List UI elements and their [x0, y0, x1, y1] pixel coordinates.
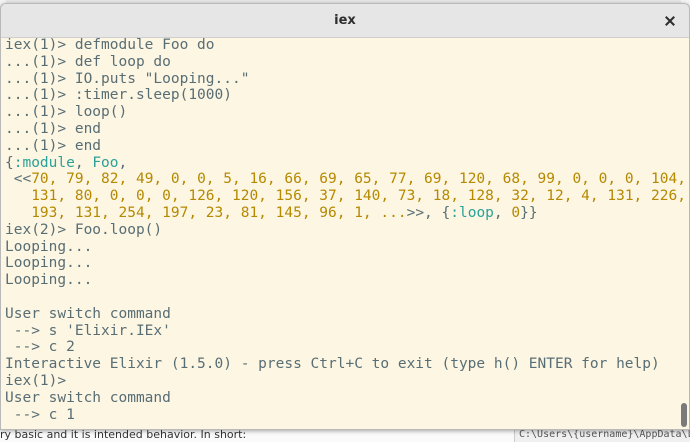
terminal-line: ...(1)> end: [5, 137, 102, 154]
binary-line: 193, 131, 254, 197, 23, 81, 145, 96, 1, …: [5, 205, 675, 222]
terminal-line: --> c 2: [5, 339, 75, 356]
loop-separator: ,: [493, 204, 512, 221]
scrollbar[interactable]: [679, 40, 687, 427]
binary-bytes: 193, 131, 254, 197, 23, 81, 145, 96, 1, …: [31, 204, 407, 221]
title-bar[interactable]: iex: [1, 4, 689, 38]
terminal-line: iex(1)> defmodule Foo do: [5, 37, 215, 53]
result-open-brace: {: [5, 154, 14, 171]
window-title: iex: [334, 13, 356, 28]
terminal-line: Interactive Elixir (1.5.0) - press Ctrl+…: [5, 356, 660, 373]
terminal-line: Looping...: [5, 238, 93, 255]
terminal-line: ...(1)> :timer.sleep(1000): [5, 87, 232, 104]
scrollbar-thumb[interactable]: [681, 403, 687, 427]
binary-line: <<70, 79, 82, 49, 0, 0, 5, 16, 66, 69, 6…: [5, 171, 686, 188]
terminal-line: ...(1)> IO.puts "Looping...": [5, 70, 250, 87]
close-button[interactable]: [661, 12, 679, 30]
terminal-line: ...(1)> loop(): [5, 104, 128, 121]
binary-bytes: 70, 79, 82, 49, 0, 0, 5, 16, 66, 69, 65,…: [31, 171, 686, 188]
terminal-line: --> s 'Elixir.IEx': [5, 322, 171, 339]
module-atom: :module: [13, 154, 75, 171]
terminal-line: User switch command: [5, 305, 171, 322]
terminal-line: User switch command: [5, 389, 171, 406]
terminal-line: Looping...: [5, 272, 93, 289]
module-name: Foo: [92, 154, 119, 171]
terminal-line: ...(1)> def loop do: [5, 53, 171, 70]
terminal-line: --> c 1: [5, 406, 75, 423]
result-comma: ,: [118, 154, 128, 171]
terminal-output[interactable]: iex(1)> defmodule Foo do ...(1)> def loo…: [5, 37, 686, 429]
terminal-window[interactable]: iex iex(1)> defmodule Foo do ...(1)> def…: [0, 3, 690, 430]
result-separator: ,: [74, 154, 93, 171]
binary-close: >>, {: [406, 204, 451, 221]
loop-atom: :loop: [450, 204, 494, 221]
terminal-line: iex(2)> Foo.loop(): [5, 221, 163, 238]
terminal-line: Looping...: [5, 255, 93, 272]
terminal-line: iex(1)>: [5, 372, 67, 389]
loop-arity: 0: [511, 204, 521, 221]
terminal-line: ...(1)> end: [5, 120, 102, 137]
binary-open: <<: [5, 171, 32, 188]
binary-bytes: 131, 80, 0, 0, 0, 126, 120, 156, 37, 140…: [31, 188, 686, 205]
background-path-box: C:\Users\{username}\AppData\Local\Temp\: [514, 428, 690, 442]
background-page-bottom: ry basic and it is intended behavior. In…: [0, 428, 690, 442]
binary-line: 131, 80, 0, 0, 0, 126, 120, 156, 37, 140…: [5, 188, 686, 205]
result-close: }}: [520, 204, 538, 221]
result-line: {:module, Foo,: [5, 155, 675, 172]
